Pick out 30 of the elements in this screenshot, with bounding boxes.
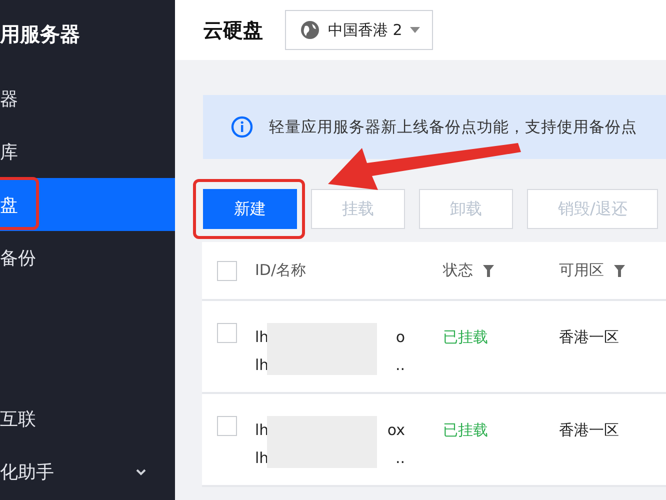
column-header: 可用区: [559, 261, 604, 280]
id-text: ..: [395, 448, 405, 469]
id-text: o: [396, 327, 405, 348]
row-checkbox[interactable]: [217, 416, 237, 436]
status-text: 已挂载: [443, 420, 489, 441]
sidebar-item[interactable]: 备份: [0, 231, 175, 284]
column-header: 状态: [443, 261, 473, 280]
id-text: ..: [395, 355, 405, 376]
zone-text: 香港一区: [559, 420, 620, 441]
id-text: ox: [387, 420, 405, 441]
filter-icon[interactable]: [614, 264, 625, 276]
dropdown-icon: [410, 27, 420, 33]
select-all-checkbox[interactable]: [217, 260, 237, 280]
region-select[interactable]: 中国香港 2: [285, 10, 434, 50]
sidebar-title: 用服务器: [0, 20, 81, 48]
sidebar-item[interactable]: 盘: [0, 178, 175, 231]
info-icon: [231, 116, 253, 138]
column-header: ID/名称: [255, 261, 306, 280]
toolbar-button[interactable]: 新建: [203, 189, 297, 229]
sidebar-item[interactable]: 互联: [0, 392, 175, 445]
globe-icon: [300, 20, 320, 40]
sidebar-item[interactable]: 化助手: [0, 445, 175, 498]
page-title: 云硬盘: [203, 16, 263, 44]
sidebar-item[interactable]: 器: [0, 72, 175, 125]
sidebar-item[interactable]: 库: [0, 125, 175, 178]
row-checkbox[interactable]: [217, 323, 237, 343]
zone-text: 香港一区: [559, 327, 620, 348]
filter-icon[interactable]: [483, 264, 494, 276]
info-text: 轻量应用服务器新上线备份点功能，支持使用备份点: [269, 116, 637, 138]
status-text: 已挂载: [443, 327, 489, 348]
